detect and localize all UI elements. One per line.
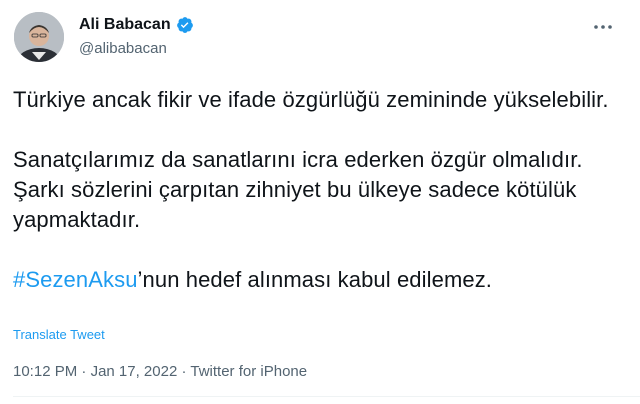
divider xyxy=(13,396,640,397)
avatar-image xyxy=(14,12,64,62)
avatar[interactable] xyxy=(14,12,64,62)
hashtag-link[interactable]: #SezenAksu xyxy=(13,267,138,292)
author-handle[interactable]: @alibabacan xyxy=(79,39,167,59)
translate-tweet-link[interactable]: Translate Tweet xyxy=(13,327,105,343)
tweet-date[interactable]: Jan 17, 2022 xyxy=(91,363,178,380)
tweet-time[interactable]: 10:12 PM xyxy=(13,363,77,380)
meta-separator: · xyxy=(177,363,191,380)
tweet-metadata: 10:12 PM · Jan 17, 2022 · Twitter for iP… xyxy=(13,362,307,382)
tweet-source[interactable]: Twitter for iPhone xyxy=(190,363,307,380)
author-name-row: Ali Babacan xyxy=(79,15,194,35)
tweet-card: Ali Babacan @alibabacan Türkiye ancak fi… xyxy=(0,0,640,404)
author-display-name[interactable]: Ali Babacan xyxy=(79,15,171,35)
tweet-text: Türkiye ancak fikir ve ifade özgürlüğü z… xyxy=(13,85,613,295)
tweet-paragraph-1: Türkiye ancak fikir ve ifade özgürlüğü z… xyxy=(13,87,609,112)
tweet-paragraph-2: Sanatçılarımız da sanatlarını icra ederk… xyxy=(13,147,583,232)
meta-separator: · xyxy=(77,363,91,380)
verified-badge-icon xyxy=(176,16,194,34)
tweet-paragraph-3-text: ’nun hedef alınması kabul edilemez. xyxy=(137,267,493,292)
tweet-paragraph-3: #SezenAksu’nun hedef alınması kabul edil… xyxy=(13,265,613,295)
more-horizontal-icon[interactable] xyxy=(592,20,614,34)
